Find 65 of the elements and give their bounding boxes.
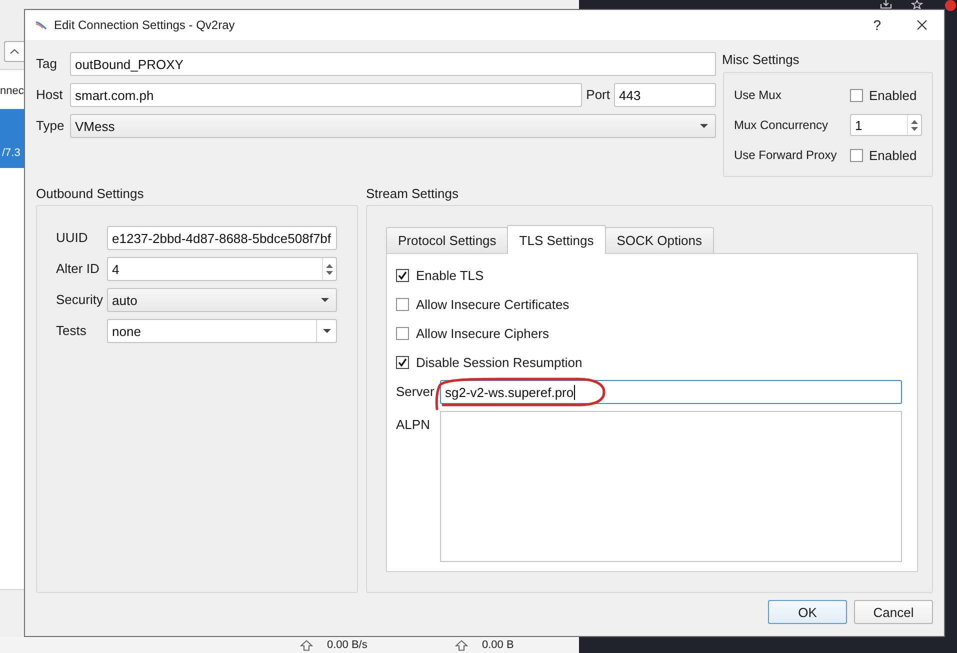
tag-field[interactable]: outBound_PROXY: [70, 52, 716, 76]
checkbox-label[interactable]: Allow Insecure Certificates: [416, 296, 570, 312]
checkbox-label[interactable]: Allow Insecure Ciphers: [416, 326, 549, 340]
window-title: Edit Connection Settings - Qv2ray: [54, 18, 236, 32]
dropdown-arrow-icon: [700, 124, 708, 128]
dropdown-arrow-icon: [321, 298, 329, 302]
port-field[interactable]: 443: [614, 83, 716, 107]
spin-up-icon[interactable]: [911, 120, 918, 124]
setting-label: Use Mux: [734, 87, 782, 103]
dropdown-arrow-icon[interactable]: [322, 329, 330, 333]
text-field[interactable]: e1237-2bbd-4d87-8688-5bdce508f7bf: [107, 226, 337, 250]
section-heading: Stream Settings: [366, 186, 460, 202]
list-item[interactable]: /7.3: [0, 109, 24, 168]
close-icon[interactable]: [917, 20, 927, 30]
checkbox[interactable]: [850, 148, 863, 162]
status-text: 0.00 B/s: [327, 638, 368, 652]
checkbox-label[interactable]: Disable Session Resumption: [416, 354, 582, 370]
scroll-up-button[interactable]: [4, 41, 24, 62]
tab[interactable]: Protocol Settings: [386, 227, 508, 253]
checkbox[interactable]: [396, 298, 409, 310]
type-dropdown[interactable]: VMess: [70, 114, 716, 138]
setting-label: Use Forward Proxy: [734, 147, 838, 163]
server-field[interactable]: sg2-v2-ws.superef.pro: [440, 380, 902, 404]
spin-box[interactable]: 4: [107, 257, 337, 281]
list-header-text: nnec: [0, 84, 24, 98]
tag-label: Tag: [36, 56, 58, 72]
spin-up-icon[interactable]: [326, 264, 333, 268]
spin-down-icon[interactable]: [911, 126, 918, 130]
checkbox-label[interactable]: Enabled: [869, 148, 917, 162]
spin-box[interactable]: 1: [850, 114, 922, 136]
host-field[interactable]: smart.com.ph: [70, 83, 582, 107]
app-logo-icon: [35, 20, 47, 30]
cancel-button[interactable]: Cancel: [854, 600, 933, 624]
up-arrow-icon: [300, 640, 313, 650]
ok-button[interactable]: OK: [768, 600, 847, 624]
dropdown[interactable]: auto: [107, 288, 337, 312]
field-label: Alter ID: [56, 261, 100, 277]
server-label: Server: [396, 384, 436, 400]
spin-down-icon[interactable]: [326, 270, 333, 274]
tab[interactable]: SOCK Options: [604, 227, 714, 253]
checkbox-label[interactable]: Enabled: [869, 88, 917, 102]
star-icon[interactable]: [911, 0, 923, 9]
up-arrow-icon: [455, 640, 468, 650]
checkbox[interactable]: [396, 326, 409, 340]
port-label: Port: [586, 87, 610, 103]
checkbox[interactable]: [396, 268, 409, 282]
status-text: 0.00 B: [482, 638, 514, 652]
download-icon[interactable]: [880, 0, 892, 9]
help-button[interactable]: ?: [873, 17, 881, 33]
setting-label: Mux Concurrency: [734, 117, 830, 133]
checkbox-label[interactable]: Enable TLS: [416, 268, 484, 282]
type-label: Type: [36, 118, 66, 134]
field-label: Tests: [56, 323, 88, 339]
checkbox[interactable]: [396, 356, 409, 368]
field-label: UUID: [56, 230, 89, 246]
tab[interactable]: TLS Settings: [507, 225, 606, 254]
section-heading: Outbound Settings: [36, 186, 145, 202]
section-heading: Misc Settings: [722, 52, 800, 68]
alpn-label: ALPN: [396, 416, 431, 433]
editable-dropdown[interactable]: none: [107, 319, 337, 343]
host-label: Host: [36, 87, 64, 103]
checkbox[interactable]: [850, 88, 863, 102]
field-label: Security: [56, 292, 104, 308]
caret-icon: [10, 49, 19, 54]
badge-icon[interactable]: [945, 0, 956, 11]
